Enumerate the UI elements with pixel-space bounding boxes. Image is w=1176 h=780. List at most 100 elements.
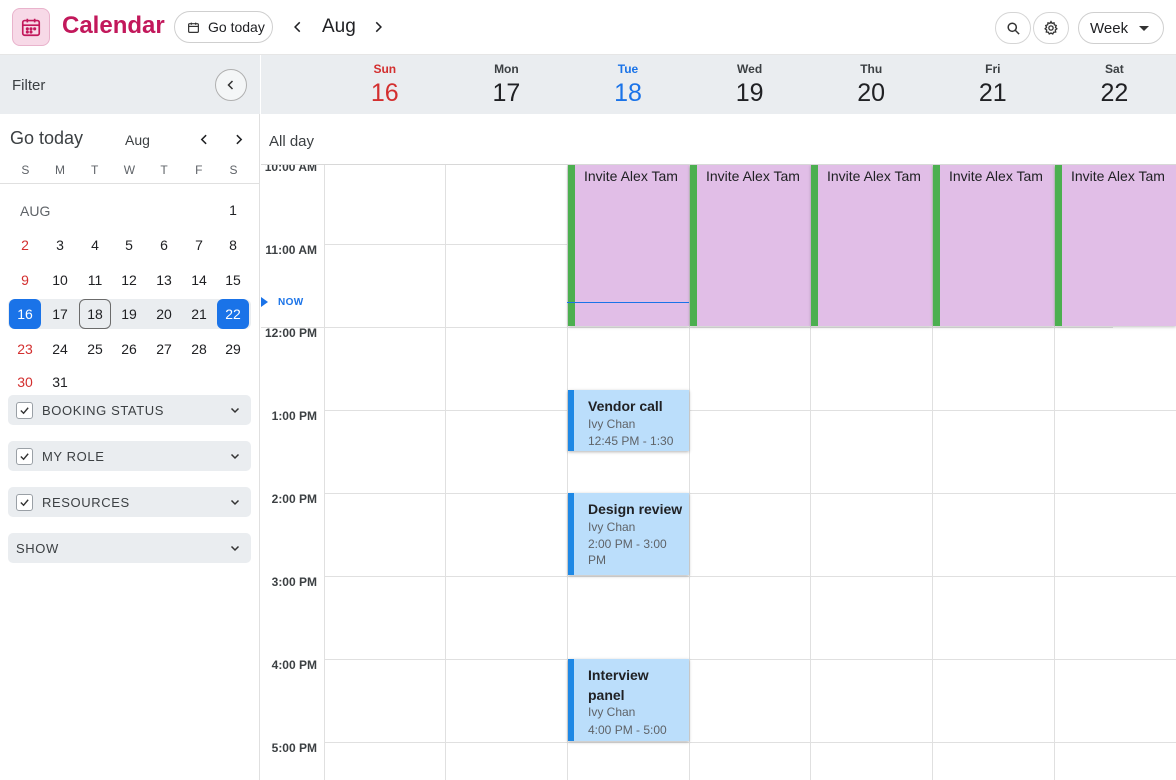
day-date: 17 <box>492 79 521 107</box>
mini-next-month-button[interactable] <box>228 128 248 150</box>
mini-day[interactable]: 7 <box>183 230 215 260</box>
my-role-checkbox[interactable] <box>16 448 33 465</box>
mini-day[interactable]: 15 <box>217 265 249 295</box>
booking-status-checkbox[interactable] <box>16 402 33 419</box>
mini-day[interactable]: 17 <box>44 299 76 329</box>
day-date: 21 <box>978 79 1007 107</box>
chevron-down-icon <box>230 407 240 414</box>
day-header-sat[interactable]: Sat 22 <box>1054 55 1176 114</box>
chevron-down-icon <box>230 499 240 506</box>
mini-day[interactable]: 30 <box>9 368 41 396</box>
event-interview-panel[interactable]: Interview panel Ivy Chan 4:00 PM - 5:00 <box>568 659 689 741</box>
resources-checkbox[interactable] <box>16 494 33 511</box>
day-header-fri[interactable]: Fri 21 <box>932 55 1054 114</box>
hour-line <box>324 659 1176 660</box>
event-invite-sat[interactable]: Invite Alex Tam <box>1055 165 1176 326</box>
day-date: 20 <box>857 79 886 107</box>
prev-week-button[interactable] <box>286 15 310 39</box>
mini-day[interactable]: 12 <box>113 265 145 295</box>
mini-day[interactable]: 20 <box>148 299 180 329</box>
mini-day-selected[interactable]: 16 <box>9 299 41 329</box>
mini-day[interactable]: 6 <box>148 230 180 260</box>
day-header-thu[interactable]: Thu 20 <box>810 55 932 114</box>
view-select[interactable]: Week <box>1078 12 1164 44</box>
chevron-left-icon <box>200 134 207 144</box>
check-icon <box>20 407 29 415</box>
mini-day[interactable]: 2 <box>9 230 41 260</box>
mini-day[interactable]: 31 <box>44 368 76 396</box>
mini-go-today[interactable]: Go today <box>10 128 83 149</box>
day-name: Sat <box>1105 62 1124 76</box>
mini-day[interactable]: 11 <box>79 265 111 295</box>
day-header-mon[interactable]: Mon 17 <box>446 55 568 114</box>
filter-my-role[interactable]: MY ROLE <box>8 441 251 471</box>
all-day-row[interactable]: All day <box>261 114 1176 165</box>
day-header-wed[interactable]: Wed 19 <box>689 55 811 114</box>
chevron-left-icon <box>227 80 234 90</box>
filter-bar: Filter <box>0 55 260 114</box>
mini-day[interactable]: 10 <box>44 265 76 295</box>
event-organizer: Ivy Chan <box>588 705 636 719</box>
day-date: 16 <box>370 79 399 107</box>
event-time: 2:00 PM - 3:00 PM <box>588 537 667 567</box>
mini-day[interactable]: 14 <box>183 265 215 295</box>
hour-line <box>324 742 1176 743</box>
settings-button[interactable] <box>1033 12 1069 44</box>
time-label: 1:00 PM <box>271 409 317 423</box>
mini-day[interactable]: 19 <box>113 299 145 329</box>
now-marker-icon <box>261 297 268 307</box>
mini-day[interactable]: 8 <box>217 230 249 260</box>
mini-day[interactable]: 21 <box>183 299 215 329</box>
weekday-initial: T <box>160 163 168 177</box>
event-title: Invite Alex Tam <box>949 168 1043 184</box>
time-label: 5:00 PM <box>271 741 317 755</box>
go-today-label: Go today <box>208 19 265 35</box>
event-vendor-call[interactable]: Vendor call Ivy Chan 12:45 PM - 1:30 <box>568 390 689 451</box>
mini-day-selected[interactable]: 22 <box>217 299 249 329</box>
hour-line <box>261 327 1113 328</box>
current-month-label: Aug <box>322 16 356 37</box>
search-button[interactable] <box>995 12 1031 44</box>
chevron-right-icon <box>375 21 382 33</box>
collapse-sidebar-button[interactable] <box>215 69 247 101</box>
mini-day[interactable]: 13 <box>148 265 180 295</box>
mini-day[interactable]: 1 <box>217 195 249 225</box>
filter-label: BOOKING STATUS <box>42 403 165 418</box>
event-invite-thu[interactable]: Invite Alex Tam <box>811 165 932 326</box>
mini-day[interactable]: 4 <box>79 230 111 260</box>
column-divider <box>445 165 446 780</box>
next-week-button[interactable] <box>366 15 390 39</box>
check-icon <box>20 499 29 507</box>
mini-day[interactable]: 25 <box>79 334 111 364</box>
filter-show[interactable]: SHOW <box>8 533 251 563</box>
mini-day[interactable]: 24 <box>44 334 76 364</box>
gear-icon <box>1044 20 1058 35</box>
chevron-left-icon <box>294 21 301 33</box>
time-grid[interactable]: 10:00 AM 11:00 AM 12:00 PM 1:00 PM 2:00 … <box>261 165 1176 780</box>
time-label: 4:00 PM <box>271 658 317 672</box>
mini-day[interactable]: 3 <box>44 230 76 260</box>
event-title: Design review <box>588 501 683 517</box>
filter-booking-status[interactable]: BOOKING STATUS <box>8 395 251 425</box>
time-label: 2:00 PM <box>271 492 317 506</box>
mini-day-today[interactable]: 18 <box>79 299 111 329</box>
mini-day[interactable]: 26 <box>113 334 145 364</box>
event-invite-fri[interactable]: Invite Alex Tam <box>933 165 1054 326</box>
mini-day[interactable]: 27 <box>148 334 180 364</box>
day-header-tue[interactable]: Tue 18 <box>567 55 689 114</box>
mini-day[interactable]: 28 <box>183 334 215 364</box>
filter-resources[interactable]: RESOURCES <box>8 487 251 517</box>
column-divider <box>324 165 325 780</box>
hour-line <box>324 493 1176 494</box>
mini-day[interactable]: 29 <box>217 334 249 364</box>
mini-day[interactable]: 23 <box>9 334 41 364</box>
go-today-button[interactable]: Go today <box>174 11 273 43</box>
event-title: Interview panel <box>588 667 649 703</box>
mini-prev-month-button[interactable] <box>194 128 214 150</box>
chevron-down-icon <box>230 453 240 460</box>
mini-day[interactable]: 5 <box>113 230 145 260</box>
day-header-sun[interactable]: Sun 16 <box>324 55 446 114</box>
event-invite-wed[interactable]: Invite Alex Tam <box>690 165 811 326</box>
mini-day[interactable]: 9 <box>9 265 41 295</box>
event-design-review[interactable]: Design review Ivy Chan 2:00 PM - 3:00 PM <box>568 493 689 575</box>
